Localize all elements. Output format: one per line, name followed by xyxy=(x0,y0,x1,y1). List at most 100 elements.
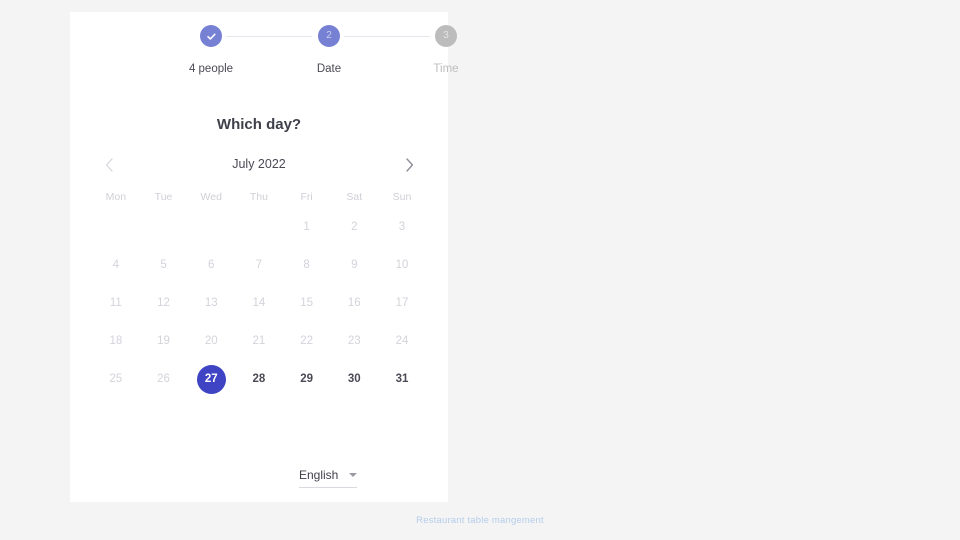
calendar-day-label: 23 xyxy=(347,335,361,347)
calendar-week-row: 11 12 13 14 15 16 17 xyxy=(92,284,426,322)
stepper-label-people: 4 people xyxy=(188,63,234,75)
calendar-day-20: 20 xyxy=(187,322,235,360)
calendar-day-28[interactable]: 28 xyxy=(235,360,283,398)
stepper-step-date[interactable]: 2 Date xyxy=(284,25,374,75)
calendar-day-1: 1 xyxy=(283,208,331,246)
calendar-day-label: 22 xyxy=(300,335,313,347)
weekday-fri: Fri xyxy=(300,191,313,203)
calendar-day-label: 18 xyxy=(109,335,123,347)
calendar-month-label: July 2022 xyxy=(232,157,286,171)
calendar-day-label: 6 xyxy=(208,259,215,271)
calendar-day-label: 31 xyxy=(395,373,409,385)
calendar-day-label: 24 xyxy=(395,335,409,347)
calendar-day-22: 22 xyxy=(283,322,331,360)
weekday-wed: Wed xyxy=(200,191,222,203)
calendar-day-empty xyxy=(187,208,235,246)
calendar-day-11: 11 xyxy=(92,284,140,322)
calendar-day-23: 23 xyxy=(330,322,378,360)
calendar-day-17: 17 xyxy=(378,284,426,322)
calendar-day-16: 16 xyxy=(330,284,378,322)
page-title: Which day? xyxy=(216,116,302,133)
calendar-day-label: 28 xyxy=(252,373,266,385)
stepper-number-2: 2 xyxy=(318,25,340,47)
calendar-day-9: 9 xyxy=(330,246,378,284)
calendar-day-7: 7 xyxy=(235,246,283,284)
calendar-day-label: 9 xyxy=(351,259,358,271)
calendar-weeks: 1 2 3 4 5 6 7 8 9 10 11 12 13 14 15 16 17 18 19 20 21 22 23 24 2… xyxy=(92,208,426,398)
calendar-day-15: 15 xyxy=(283,284,331,322)
chevron-down-icon xyxy=(349,473,357,477)
stepper-step-people[interactable]: 4 people xyxy=(166,25,256,75)
booking-stepper: 4 people 2 Date 3 Time xyxy=(70,25,459,87)
language-value: English xyxy=(299,468,339,482)
calendar-day-label: 14 xyxy=(252,297,266,309)
calendar-day-2: 2 xyxy=(330,208,378,246)
calendar-day-label: 12 xyxy=(157,297,170,309)
stepper-label-date: Date xyxy=(316,63,342,75)
calendar-day-26: 26 xyxy=(140,360,188,398)
stepper-step-time[interactable]: 3 Time xyxy=(401,25,491,75)
calendar-day-13: 13 xyxy=(187,284,235,322)
calendar-day-19: 19 xyxy=(140,322,188,360)
calendar-day-18: 18 xyxy=(92,322,140,360)
calendar-week-row: 25 26 27 28 29 30 31 xyxy=(92,360,426,398)
calendar-week-row: 4 5 6 7 8 9 10 xyxy=(92,246,426,284)
stepper-label-time: Time xyxy=(433,63,459,75)
check-icon xyxy=(200,25,222,47)
weekday-sun: Sun xyxy=(392,191,412,203)
calendar-weekday-row: Mon Tue Wed Thu Fri Sat Sun xyxy=(92,186,426,208)
calendar-day-label: 10 xyxy=(395,259,409,271)
language-select[interactable]: English xyxy=(299,468,357,488)
calendar-day-label: 4 xyxy=(112,259,120,271)
calendar-day-label: 29 xyxy=(300,373,313,385)
weekday-tue: Tue xyxy=(154,191,173,203)
calendar-day-label: 19 xyxy=(157,335,170,347)
chevron-right-icon[interactable] xyxy=(398,154,420,176)
calendar-day-4: 4 xyxy=(92,246,140,284)
calendar-day-empty xyxy=(235,208,283,246)
calendar-day-label: 5 xyxy=(160,259,167,271)
calendar-day-label: 3 xyxy=(398,221,406,233)
weekday-sat: Sat xyxy=(346,191,363,203)
calendar-day-label: 11 xyxy=(109,297,122,309)
calendar-day-empty xyxy=(140,208,188,246)
calendar-day-5: 5 xyxy=(140,246,188,284)
calendar-day-8: 8 xyxy=(283,246,331,284)
calendar-day-30[interactable]: 30 xyxy=(330,360,378,398)
calendar-day-label xyxy=(244,213,273,242)
calendar-day-label: 7 xyxy=(255,259,263,271)
calendar-day-label: 25 xyxy=(109,373,123,385)
calendar-day-14: 14 xyxy=(235,284,283,322)
calendar-day-label: 2 xyxy=(351,221,358,233)
calendar-day-label xyxy=(197,213,226,242)
weekday-mon: Mon xyxy=(105,191,127,203)
calendar-day-label: 1 xyxy=(303,221,310,233)
calendar-day-29[interactable]: 29 xyxy=(283,360,331,398)
calendar-day-label: 26 xyxy=(157,373,170,385)
calendar-day-label: 15 xyxy=(300,297,313,309)
calendar-day-label: 27 xyxy=(196,364,226,394)
calendar-day-6: 6 xyxy=(187,246,235,284)
calendar-day-label: 21 xyxy=(252,335,266,347)
calendar-day-label: 20 xyxy=(204,335,218,347)
calendar-grid: Mon Tue Wed Thu Fri Sat Sun 1 2 3 4 5 6 7 8 9 10 1… xyxy=(92,186,426,398)
calendar-day-label: 17 xyxy=(395,297,409,309)
calendar-day-label: 16 xyxy=(347,297,361,309)
calendar-day-label xyxy=(149,213,178,242)
calendar-day-10: 10 xyxy=(378,246,426,284)
calendar-day-25: 25 xyxy=(92,360,140,398)
calendar-day-label: 8 xyxy=(303,259,310,271)
calendar-day-label: 13 xyxy=(204,297,218,309)
calendar-day-24: 24 xyxy=(378,322,426,360)
calendar-day-label: 30 xyxy=(347,373,361,385)
calendar-day-31[interactable]: 31 xyxy=(378,360,426,398)
calendar-day-empty xyxy=(92,208,140,246)
calendar-month-nav: July 2022 xyxy=(70,154,448,178)
calendar-week-row: 1 2 3 xyxy=(92,208,426,246)
app-footer: Restaurant table mangement xyxy=(416,515,544,526)
weekday-thu: Thu xyxy=(249,191,268,203)
calendar-day-27[interactable]: 27 xyxy=(187,360,235,398)
stepper-number-3: 3 xyxy=(435,25,457,47)
booking-card: 4 people 2 Date 3 Time Which day? July 2… xyxy=(70,12,459,502)
calendar-day-12: 12 xyxy=(140,284,188,322)
